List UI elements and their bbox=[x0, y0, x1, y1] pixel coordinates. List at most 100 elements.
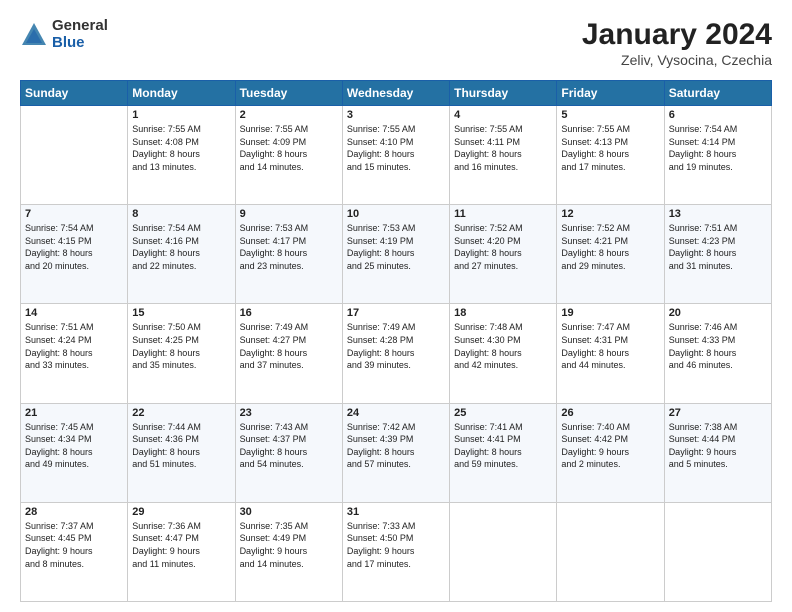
location: Zeliv, Vysocina, Czechia bbox=[582, 52, 772, 68]
table-row: 14 Sunrise: 7:51 AM Sunset: 4:24 PM Dayli… bbox=[21, 304, 128, 403]
day-number: 1 bbox=[132, 109, 230, 121]
table-row: 16 Sunrise: 7:49 AM Sunset: 4:27 PM Dayli… bbox=[235, 304, 342, 403]
day-number: 2 bbox=[240, 109, 338, 121]
table-row: 26Sunrise: 7:40 AM Sunset: 4:42 PM Dayli… bbox=[557, 403, 664, 502]
day-number: 5 bbox=[561, 109, 659, 121]
table-row: 11Sunrise: 7:52 AM Sunset: 4:20 PM Dayli… bbox=[450, 205, 557, 304]
cell-info: Sunrise: 7:33 AM Sunset: 4:50 PM Dayligh… bbox=[347, 520, 445, 570]
day-number: 19 bbox=[561, 307, 659, 319]
calendar-page: General Blue January 2024 Zeliv, Vysocin… bbox=[0, 0, 792, 612]
cell-info: Sunrise: 7:35 AM Sunset: 4:49 PM Dayligh… bbox=[240, 520, 338, 570]
calendar-week-row: 14 Sunrise: 7:51 AM Sunset: 4:24 PM Dayli… bbox=[21, 304, 772, 403]
logo: General Blue bbox=[20, 18, 108, 51]
header-tuesday: Tuesday bbox=[235, 81, 342, 106]
day-number: 12 bbox=[561, 208, 659, 220]
day-number: 15 bbox=[132, 307, 230, 319]
day-number: 30 bbox=[240, 506, 338, 518]
cell-info: Sunrise: 7:49 AM Sunset: 4:28 PM Dayligh… bbox=[347, 321, 445, 371]
day-number: 23 bbox=[240, 407, 338, 419]
cell-info: Sunrise: 7:53 AM Sunset: 4:19 PM Dayligh… bbox=[347, 222, 445, 272]
table-row: 20 Sunrise: 7:46 AM Sunset: 4:33 PM Dayli… bbox=[664, 304, 771, 403]
logo-general: General bbox=[52, 18, 108, 35]
header-thursday: Thursday bbox=[450, 81, 557, 106]
header-sunday: Sunday bbox=[21, 81, 128, 106]
day-number: 3 bbox=[347, 109, 445, 121]
cell-info: Sunrise: 7:55 AM Sunset: 4:13 PM Dayligh… bbox=[561, 123, 659, 173]
table-row: 5 Sunrise: 7:55 AM Sunset: 4:13 PM Daylig… bbox=[557, 106, 664, 205]
weekday-header-row: Sunday Monday Tuesday Wednesday Thursday… bbox=[21, 81, 772, 106]
cell-info: Sunrise: 7:51 AM Sunset: 4:23 PM Dayligh… bbox=[669, 222, 767, 272]
cell-info: Sunrise: 7:55 AM Sunset: 4:11 PM Dayligh… bbox=[454, 123, 552, 173]
cell-info: Sunrise: 7:52 AM Sunset: 4:21 PM Dayligh… bbox=[561, 222, 659, 272]
table-row: 17 Sunrise: 7:49 AM Sunset: 4:28 PM Dayli… bbox=[342, 304, 449, 403]
table-row: 3 Sunrise: 7:55 AM Sunset: 4:10 PM Daylig… bbox=[342, 106, 449, 205]
table-row: 1 Sunrise: 7:55 AM Sunset: 4:08 PM Daylig… bbox=[128, 106, 235, 205]
day-number: 10 bbox=[347, 208, 445, 220]
cell-info: Sunrise: 7:55 AM Sunset: 4:10 PM Dayligh… bbox=[347, 123, 445, 173]
cell-info: Sunrise: 7:52 AM Sunset: 4:20 PM Dayligh… bbox=[454, 222, 552, 272]
calendar-table: Sunday Monday Tuesday Wednesday Thursday… bbox=[20, 80, 772, 602]
table-row: 6 Sunrise: 7:54 AM Sunset: 4:14 PM Daylig… bbox=[664, 106, 771, 205]
cell-info: Sunrise: 7:46 AM Sunset: 4:33 PM Dayligh… bbox=[669, 321, 767, 371]
day-number: 14 bbox=[25, 307, 123, 319]
table-row: 8 Sunrise: 7:54 AM Sunset: 4:16 PM Daylig… bbox=[128, 205, 235, 304]
day-number: 31 bbox=[347, 506, 445, 518]
table-row: 21 Sunrise: 7:45 AM Sunset: 4:34 PM Dayli… bbox=[21, 403, 128, 502]
cell-info: Sunrise: 7:48 AM Sunset: 4:30 PM Dayligh… bbox=[454, 321, 552, 371]
day-number: 7 bbox=[25, 208, 123, 220]
logo-icon bbox=[20, 21, 48, 49]
day-number: 17 bbox=[347, 307, 445, 319]
header-wednesday: Wednesday bbox=[342, 81, 449, 106]
table-row: 13 Sunrise: 7:51 AM Sunset: 4:23 PM Dayli… bbox=[664, 205, 771, 304]
day-number: 24 bbox=[347, 407, 445, 419]
table-row: 9 Sunrise: 7:53 AM Sunset: 4:17 PM Daylig… bbox=[235, 205, 342, 304]
table-row: 19Sunrise: 7:47 AM Sunset: 4:31 PM Dayli… bbox=[557, 304, 664, 403]
cell-info: Sunrise: 7:42 AM Sunset: 4:39 PM Dayligh… bbox=[347, 421, 445, 471]
day-number: 25 bbox=[454, 407, 552, 419]
cell-info: Sunrise: 7:53 AM Sunset: 4:17 PM Dayligh… bbox=[240, 222, 338, 272]
cell-info: Sunrise: 7:44 AM Sunset: 4:36 PM Dayligh… bbox=[132, 421, 230, 471]
cell-info: Sunrise: 7:45 AM Sunset: 4:34 PM Dayligh… bbox=[25, 421, 123, 471]
table-row: 4 Sunrise: 7:55 AM Sunset: 4:11 PM Daylig… bbox=[450, 106, 557, 205]
table-row: 2 Sunrise: 7:55 AM Sunset: 4:09 PM Daylig… bbox=[235, 106, 342, 205]
header-friday: Friday bbox=[557, 81, 664, 106]
table-row: 18 Sunrise: 7:48 AM Sunset: 4:30 PM Dayli… bbox=[450, 304, 557, 403]
day-number: 9 bbox=[240, 208, 338, 220]
day-number: 20 bbox=[669, 307, 767, 319]
cell-info: Sunrise: 7:49 AM Sunset: 4:27 PM Dayligh… bbox=[240, 321, 338, 371]
table-row bbox=[21, 106, 128, 205]
table-row: 30 Sunrise: 7:35 AM Sunset: 4:49 PM Dayli… bbox=[235, 502, 342, 601]
month-title: January 2024 bbox=[582, 18, 772, 52]
calendar-week-row: 28Sunrise: 7:37 AM Sunset: 4:45 PM Dayli… bbox=[21, 502, 772, 601]
table-row: 29Sunrise: 7:36 AM Sunset: 4:47 PM Dayli… bbox=[128, 502, 235, 601]
cell-info: Sunrise: 7:55 AM Sunset: 4:09 PM Dayligh… bbox=[240, 123, 338, 173]
day-number: 8 bbox=[132, 208, 230, 220]
calendar-week-row: 1 Sunrise: 7:55 AM Sunset: 4:08 PM Daylig… bbox=[21, 106, 772, 205]
table-row: 15Sunrise: 7:50 AM Sunset: 4:25 PM Dayli… bbox=[128, 304, 235, 403]
day-number: 4 bbox=[454, 109, 552, 121]
logo-blue: Blue bbox=[52, 35, 108, 52]
calendar-week-row: 21 Sunrise: 7:45 AM Sunset: 4:34 PM Dayli… bbox=[21, 403, 772, 502]
cell-info: Sunrise: 7:41 AM Sunset: 4:41 PM Dayligh… bbox=[454, 421, 552, 471]
cell-info: Sunrise: 7:51 AM Sunset: 4:24 PM Dayligh… bbox=[25, 321, 123, 371]
table-row: 23 Sunrise: 7:43 AM Sunset: 4:37 PM Dayli… bbox=[235, 403, 342, 502]
cell-info: Sunrise: 7:54 AM Sunset: 4:14 PM Dayligh… bbox=[669, 123, 767, 173]
day-number: 13 bbox=[669, 208, 767, 220]
cell-info: Sunrise: 7:38 AM Sunset: 4:44 PM Dayligh… bbox=[669, 421, 767, 471]
table-row bbox=[450, 502, 557, 601]
calendar-week-row: 7Sunrise: 7:54 AM Sunset: 4:15 PM Daylig… bbox=[21, 205, 772, 304]
day-number: 6 bbox=[669, 109, 767, 121]
cell-info: Sunrise: 7:55 AM Sunset: 4:08 PM Dayligh… bbox=[132, 123, 230, 173]
table-row: 10 Sunrise: 7:53 AM Sunset: 4:19 PM Dayli… bbox=[342, 205, 449, 304]
day-number: 18 bbox=[454, 307, 552, 319]
day-number: 26 bbox=[561, 407, 659, 419]
table-row: 28Sunrise: 7:37 AM Sunset: 4:45 PM Dayli… bbox=[21, 502, 128, 601]
table-row: 27Sunrise: 7:38 AM Sunset: 4:44 PM Dayli… bbox=[664, 403, 771, 502]
cell-info: Sunrise: 7:54 AM Sunset: 4:16 PM Dayligh… bbox=[132, 222, 230, 272]
header-monday: Monday bbox=[128, 81, 235, 106]
cell-info: Sunrise: 7:43 AM Sunset: 4:37 PM Dayligh… bbox=[240, 421, 338, 471]
day-number: 21 bbox=[25, 407, 123, 419]
table-row: 24 Sunrise: 7:42 AM Sunset: 4:39 PM Dayli… bbox=[342, 403, 449, 502]
table-row: 7Sunrise: 7:54 AM Sunset: 4:15 PM Daylig… bbox=[21, 205, 128, 304]
day-number: 16 bbox=[240, 307, 338, 319]
